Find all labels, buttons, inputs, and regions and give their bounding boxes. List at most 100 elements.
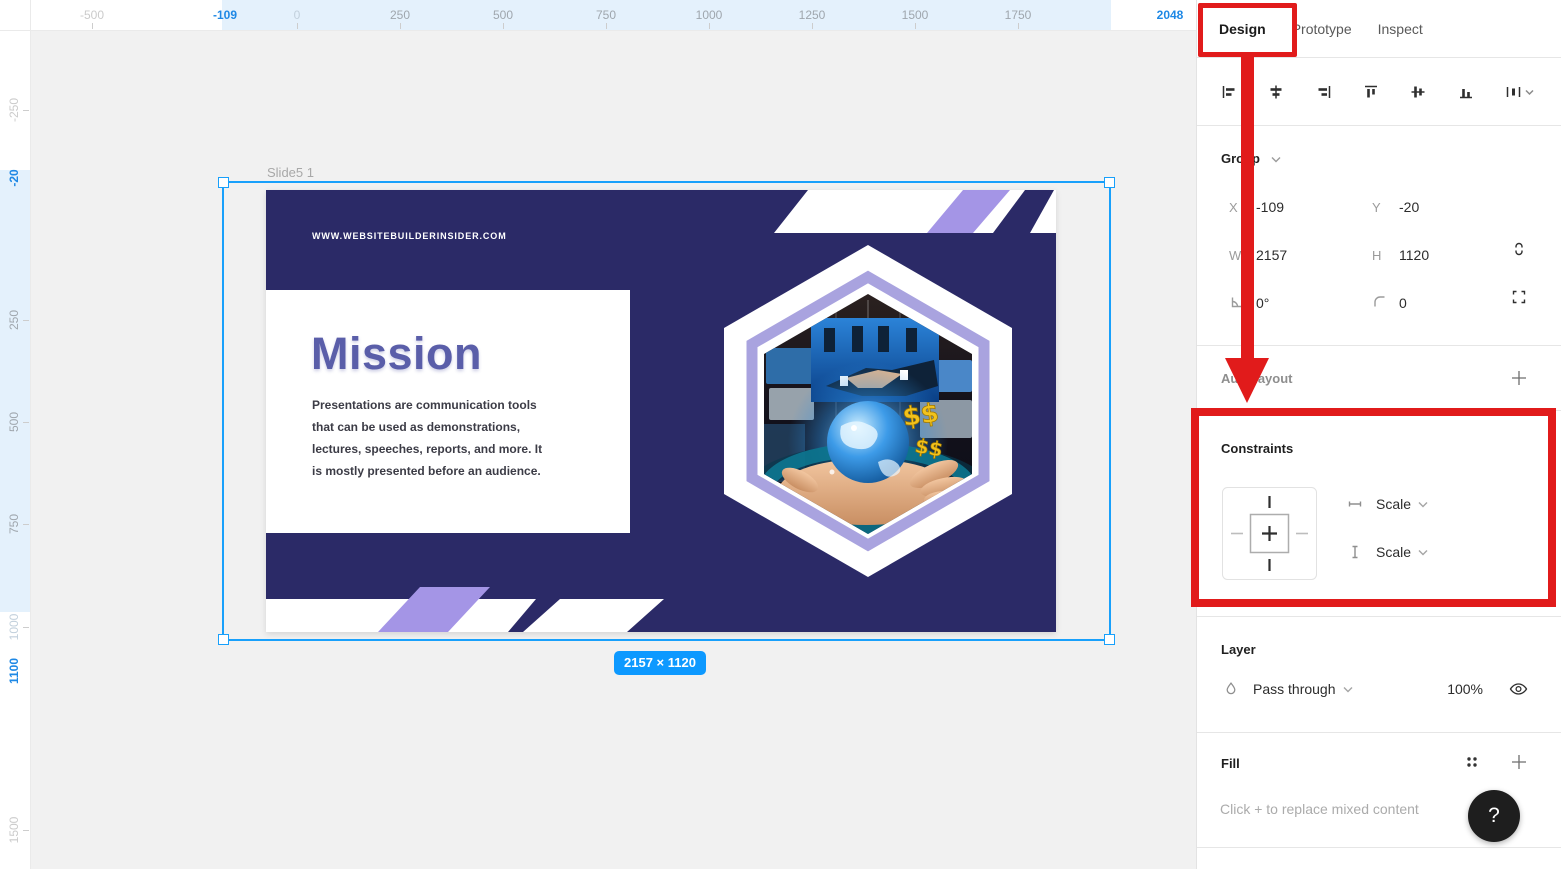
height-value[interactable]: 1120 xyxy=(1399,247,1429,263)
selection-handle-top-left[interactable] xyxy=(218,177,229,188)
ruler-selection-range xyxy=(222,0,1111,30)
ruler-label: 1250 xyxy=(799,8,826,22)
horizontal-constraint-dropdown[interactable]: Scale xyxy=(1347,496,1428,512)
tab-prototype[interactable]: Prototype xyxy=(1292,21,1352,37)
chevron-down-icon[interactable] xyxy=(1271,156,1281,163)
vertical-ruler[interactable]: -250-20250500750100011001500 xyxy=(0,30,31,869)
align-vertical-centers-icon[interactable] xyxy=(1410,84,1426,100)
y-label: Y xyxy=(1372,200,1399,215)
blend-mode-icon xyxy=(1223,681,1239,697)
horizontal-ruler[interactable]: -500-109025050075010001250150017502048 xyxy=(30,0,1196,31)
add-auto-layout-icon[interactable] xyxy=(1510,369,1528,387)
x-position-field[interactable]: X -109 xyxy=(1229,193,1369,221)
distribute-spacing-more-icon[interactable] xyxy=(1505,84,1535,100)
independent-corners-icon[interactable] xyxy=(1509,287,1529,307)
auto-layout-title: Auto layout xyxy=(1221,371,1293,386)
ruler-tick xyxy=(503,23,504,29)
opacity-value[interactable]: 100% xyxy=(1447,681,1483,697)
ruler-label: 250 xyxy=(390,8,410,22)
height-label: H xyxy=(1372,248,1399,263)
ruler-tick xyxy=(709,23,710,29)
align-bottom-icon[interactable] xyxy=(1458,84,1474,100)
selection-handle-bottom-right[interactable] xyxy=(1104,634,1115,645)
ruler-label: 750 xyxy=(596,8,616,22)
y-value[interactable]: -20 xyxy=(1399,199,1419,215)
align-right-icon[interactable] xyxy=(1316,84,1332,100)
ruler-tick xyxy=(23,110,29,111)
align-horizontal-centers-icon[interactable] xyxy=(1268,84,1284,100)
help-button[interactable]: ? xyxy=(1468,790,1520,842)
align-top-icon[interactable] xyxy=(1363,84,1379,100)
corner-radius-icon xyxy=(1372,294,1399,312)
ruler-tick xyxy=(92,23,93,29)
ruler-tick xyxy=(400,23,401,29)
ruler-tick xyxy=(297,23,298,29)
fill-styles-icon[interactable] xyxy=(1464,754,1480,770)
rotation-field[interactable]: 0° xyxy=(1229,289,1369,317)
layer-title: Layer xyxy=(1221,642,1256,657)
ruler-label: 250 xyxy=(7,310,21,330)
ruler-tick xyxy=(23,830,29,831)
ruler-tick xyxy=(1018,23,1019,29)
selection-handle-bottom-left[interactable] xyxy=(218,634,229,645)
align-left-icon[interactable] xyxy=(1221,84,1237,100)
width-label: W xyxy=(1229,248,1256,263)
ruler-label: 1000 xyxy=(7,614,21,641)
ruler-selection-range xyxy=(0,170,30,612)
fill-title: Fill xyxy=(1221,756,1240,771)
x-value[interactable]: -109 xyxy=(1256,199,1284,215)
rotation-icon xyxy=(1229,294,1256,312)
ruler-tick xyxy=(915,23,916,29)
vertical-constraint-icon xyxy=(1347,544,1363,560)
ruler-tick xyxy=(812,23,813,29)
ruler-label: 500 xyxy=(7,412,21,432)
constraints-section: Constraints Scale Scale xyxy=(1197,411,1561,617)
corner-radius-value[interactable]: 0 xyxy=(1399,295,1407,311)
ruler-label: 500 xyxy=(493,8,513,22)
layer-section: Layer Pass through 100% xyxy=(1197,617,1561,733)
ruler-label: -500 xyxy=(80,8,104,22)
frame-name-label[interactable]: Slide5 1 xyxy=(267,165,314,180)
ruler-label: -20 xyxy=(7,169,21,186)
tab-inspect[interactable]: Inspect xyxy=(1378,21,1423,37)
ruler-label: -250 xyxy=(7,98,21,122)
selection-box xyxy=(222,181,1111,641)
chevron-down-icon xyxy=(1418,549,1428,556)
chevron-down-icon[interactable] xyxy=(1343,686,1353,693)
ruler-label: 1500 xyxy=(902,8,929,22)
selection-handle-top-right[interactable] xyxy=(1104,177,1115,188)
horizontal-constraint-icon xyxy=(1347,496,1363,512)
ruler-label: 2048 xyxy=(1157,8,1184,22)
alignment-toolbar xyxy=(1197,58,1561,126)
vertical-constraint-value[interactable]: Scale xyxy=(1376,544,1411,560)
tab-design[interactable]: Design xyxy=(1219,21,1266,37)
height-field[interactable]: H 1120 xyxy=(1372,241,1497,269)
horizontal-constraint-value[interactable]: Scale xyxy=(1376,496,1411,512)
blend-mode-value[interactable]: Pass through xyxy=(1253,681,1336,697)
constrain-proportions-icon[interactable] xyxy=(1509,239,1529,259)
corner-radius-field[interactable]: 0 xyxy=(1372,289,1497,317)
right-panel: Design Prototype Inspect Group xyxy=(1196,0,1561,869)
add-fill-icon[interactable] xyxy=(1510,753,1528,771)
width-field[interactable]: W 2157 xyxy=(1229,241,1369,269)
chevron-down-icon xyxy=(1418,501,1428,508)
ruler-tick xyxy=(606,23,607,29)
ruler-label: 1100 xyxy=(7,658,21,684)
y-position-field[interactable]: Y -20 xyxy=(1372,193,1497,221)
group-section-title[interactable]: Group xyxy=(1221,151,1281,166)
constraints-title: Constraints xyxy=(1221,441,1293,456)
ruler-tick xyxy=(23,627,29,628)
ruler-tick xyxy=(23,320,29,321)
rotation-value[interactable]: 0° xyxy=(1256,295,1269,311)
width-value[interactable]: 2157 xyxy=(1256,247,1287,263)
visibility-eye-icon[interactable] xyxy=(1509,682,1528,696)
group-section: Group X -109 Y -20 W 2157 H 1120 0° 0 xyxy=(1197,127,1561,346)
vertical-constraint-dropdown[interactable]: Scale xyxy=(1347,544,1428,560)
ruler-corner xyxy=(0,0,31,31)
ruler-tick xyxy=(23,524,29,525)
auto-layout-section: Auto layout xyxy=(1197,346,1561,411)
ruler-label: -109 xyxy=(213,8,237,22)
constraints-widget[interactable] xyxy=(1222,487,1317,585)
ruler-label: 750 xyxy=(7,514,21,534)
ruler-tick xyxy=(23,422,29,423)
